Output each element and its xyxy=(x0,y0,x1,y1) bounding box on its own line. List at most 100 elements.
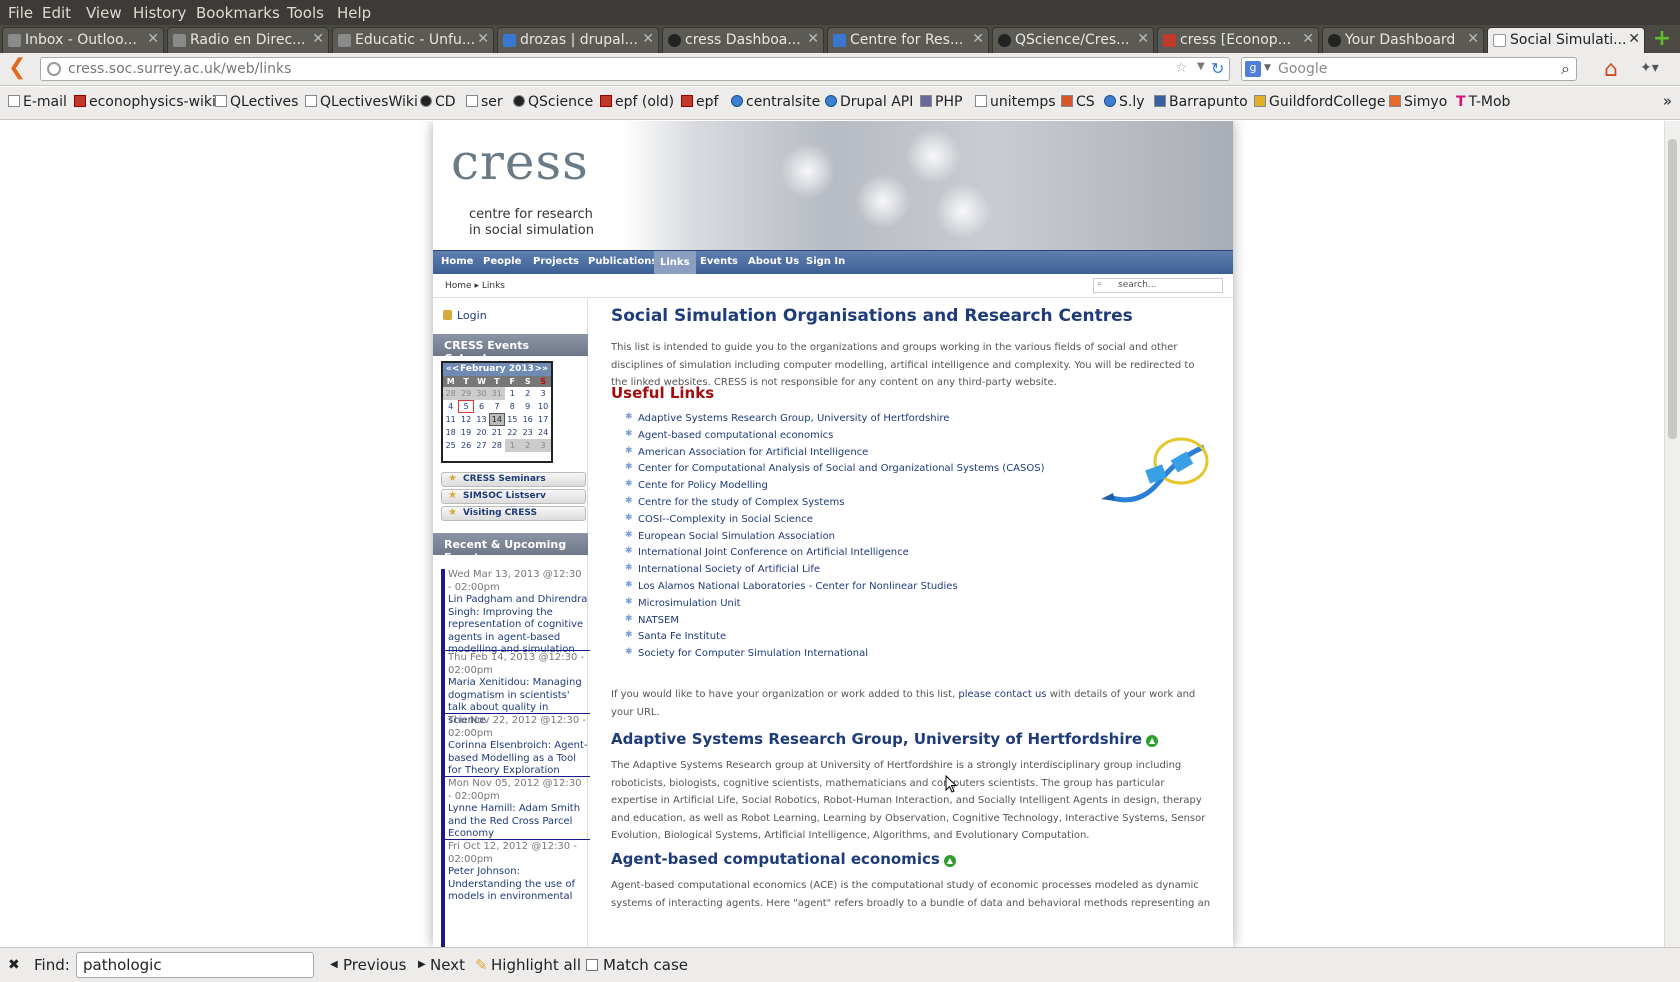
event-item[interactable]: Fri Oct 12, 2012 @12:30 - 02:00pm Peter J… xyxy=(448,841,588,904)
event-title-link[interactable]: Corinna Elsenbroich: Agent-based Modelli… xyxy=(448,740,588,778)
bookmark-epf-old[interactable]: epf (old) xyxy=(600,94,674,110)
nav-publications[interactable]: Publications xyxy=(588,256,657,267)
bookmark-qlectiveswiki[interactable]: QLectivesWiki xyxy=(305,94,418,110)
close-icon[interactable]: ✕ xyxy=(477,31,489,47)
home-icon[interactable]: ⌂ xyxy=(1604,57,1618,82)
calendar-day[interactable]: 18 xyxy=(443,426,458,439)
find-previous-button[interactable]: Previous xyxy=(343,956,406,974)
address-bar[interactable]: cress.soc.surrey.ac.uk/web/links ☆ ▼ ↻ xyxy=(40,57,1230,81)
useful-link[interactable]: ✱ American Association for Artificial Int… xyxy=(625,446,1045,463)
close-icon[interactable]: ✕ xyxy=(1137,31,1149,47)
site-search-input[interactable]: ⌕ search... xyxy=(1093,278,1223,293)
tab-your-dashboard[interactable]: Your Dashboard ✕ xyxy=(1322,27,1484,53)
search-engine-box[interactable]: g ▼ Google ⌕ xyxy=(1241,57,1577,81)
vertical-scrollbar[interactable] xyxy=(1664,121,1680,947)
extension-icon[interactable]: ✦▾ xyxy=(1640,60,1659,76)
arrow-up-icon[interactable]: ▲ xyxy=(943,855,956,867)
close-icon[interactable]: ✕ xyxy=(147,31,159,47)
simsoc-listserv-button[interactable]: ★ SIMSOC Listserv xyxy=(441,489,586,504)
google-g-icon[interactable]: g xyxy=(1245,61,1261,77)
tab-cress-econop[interactable]: cress [Econop... ✕ xyxy=(1157,27,1319,53)
search-icon[interactable]: ⌕ xyxy=(1561,59,1570,79)
bookmark-qscience[interactable]: QScience xyxy=(513,94,593,110)
menu-tools[interactable]: Tools xyxy=(287,4,324,22)
bookmark-ser[interactable]: ser xyxy=(466,94,503,110)
tab-inbox[interactable]: Inbox - Outloo... ✕ xyxy=(2,27,164,53)
breadcrumb-home[interactable]: Home xyxy=(445,281,472,291)
useful-link[interactable]: ✱ Centre for the study of Complex Systems xyxy=(625,496,1045,513)
menu-bookmarks[interactable]: Bookmarks xyxy=(196,4,280,22)
menu-edit[interactable]: Edit xyxy=(42,4,71,22)
match-case-checkbox[interactable] xyxy=(586,959,598,971)
calendar-prev-button[interactable]: «< xyxy=(446,363,459,376)
bookmark-econophysics-wiki[interactable]: econophysics-wiki xyxy=(74,94,216,110)
calendar-day[interactable]: 7 xyxy=(489,400,504,413)
login-link[interactable]: Login xyxy=(443,309,487,322)
calendar-day[interactable]: 1 xyxy=(504,439,520,452)
event-title-link[interactable]: Peter Johnson: Understanding the use of … xyxy=(448,866,588,904)
calendar-day[interactable]: 25 xyxy=(443,439,458,452)
close-icon[interactable]: ✕ xyxy=(312,31,324,47)
useful-link[interactable]: ✱ Cente for Policy Modelling xyxy=(625,479,1045,496)
event-item[interactable]: Mon Nov 05, 2012 @12:30 - 02:00pm Lynne H… xyxy=(448,778,588,841)
calendar-day[interactable]: 2 xyxy=(520,387,535,400)
nav-people[interactable]: People xyxy=(483,256,521,267)
nav-sign-in[interactable]: Sign In xyxy=(806,256,845,267)
find-input[interactable]: pathologic xyxy=(76,952,314,978)
close-icon[interactable]: ✕ xyxy=(1302,31,1314,47)
calendar-day[interactable]: 10 xyxy=(535,400,550,413)
bookmark-sly[interactable]: S.ly xyxy=(1104,94,1145,110)
useful-link[interactable]: ✱ NATSEM xyxy=(625,614,1045,631)
back-arrow-icon[interactable]: ❮ xyxy=(8,55,26,80)
calendar-day[interactable]: 4 xyxy=(443,400,458,413)
useful-link[interactable]: ✱ Santa Fe Institute xyxy=(625,630,1045,647)
bookmark-cd[interactable]: CD xyxy=(420,94,456,110)
useful-link[interactable]: ✱ Adaptive Systems Research Group, Univer… xyxy=(625,412,1045,429)
calendar-day[interactable]: 3 xyxy=(535,387,550,400)
bookmark-centralsite[interactable]: centralsite xyxy=(731,94,820,110)
useful-link[interactable]: ✱ International Joint Conference on Artif… xyxy=(625,546,1045,563)
event-title-link[interactable]: Lynne Hamill: Adam Smith and the Red Cro… xyxy=(448,803,588,841)
calendar-day[interactable]: 19 xyxy=(458,426,473,439)
calendar-day[interactable]: 27 xyxy=(474,439,489,452)
useful-link[interactable]: ✱ International Society of Artificial Lif… xyxy=(625,563,1045,580)
reload-icon[interactable]: ↻ xyxy=(1211,59,1224,78)
bookmark-guildfordcollege[interactable]: GuildfordCollege xyxy=(1254,94,1386,110)
tab-social-simulation[interactable]: Social Simulati... ✕ xyxy=(1487,27,1645,53)
calendar-day[interactable]: 14 xyxy=(489,413,505,426)
close-icon[interactable]: ✕ xyxy=(807,31,819,47)
bookmark-php[interactable]: PHP xyxy=(920,94,962,110)
bookmark-t-mob[interactable]: T T-Mob xyxy=(1456,94,1510,110)
useful-link[interactable]: ✱ Los Alamos National Laboratories - Cent… xyxy=(625,580,1045,597)
calendar-day[interactable]: 17 xyxy=(535,413,550,426)
calendar-day[interactable]: 28 xyxy=(443,387,459,400)
contact-us-link[interactable]: please contact us xyxy=(958,689,1046,700)
arrow-up-icon[interactable]: ▲ xyxy=(1146,735,1159,747)
cress-seminars-button[interactable]: ★ CRESS Seminars xyxy=(441,472,586,487)
event-item[interactable]: Thu Nov 22, 2012 @12:30 - 02:00pm Corinna… xyxy=(448,715,588,778)
highlight-all-button[interactable]: Highlight all xyxy=(491,956,581,974)
calendar-day[interactable]: 6 xyxy=(474,400,489,413)
menu-view[interactable]: View xyxy=(86,4,122,22)
bookmark-drupal-api[interactable]: Drupal API xyxy=(825,94,913,110)
bookmark-email[interactable]: E-mail xyxy=(8,94,67,110)
calendar-day[interactable]: 24 xyxy=(535,426,550,439)
useful-link[interactable]: ✱ Society for Computer Simulation Interna… xyxy=(625,647,1045,664)
tab-cress-dashboard[interactable]: cress Dashboa... ✕ xyxy=(662,27,824,53)
calendar-day[interactable]: 30 xyxy=(473,387,490,400)
history-dropdown-icon[interactable]: ▼ xyxy=(1197,61,1205,72)
bookmark-simyo[interactable]: Simyo xyxy=(1389,94,1447,110)
calendar-day[interactable]: 2 xyxy=(520,439,536,452)
menu-history[interactable]: History xyxy=(133,4,186,22)
nav-home[interactable]: Home xyxy=(441,256,473,267)
tab-educatic[interactable]: Educatic - Unfu... ✕ xyxy=(332,27,494,53)
menu-file[interactable]: File xyxy=(8,4,33,22)
cress-logo[interactable]: cress xyxy=(451,133,589,191)
useful-link[interactable]: ✱ European Social Simulation Association xyxy=(625,530,1045,547)
event-item[interactable]: Wed Mar 13, 2013 @12:30 - 02:00pm Lin Pad… xyxy=(448,569,588,657)
close-icon[interactable]: ✕ xyxy=(1628,31,1640,47)
useful-link[interactable]: ✱ COSI--Complexity in Social Science xyxy=(625,513,1045,530)
match-case-label[interactable]: Match case xyxy=(603,956,688,974)
close-icon[interactable]: ✕ xyxy=(972,31,984,47)
bookmark-epf[interactable]: epf xyxy=(681,94,718,110)
